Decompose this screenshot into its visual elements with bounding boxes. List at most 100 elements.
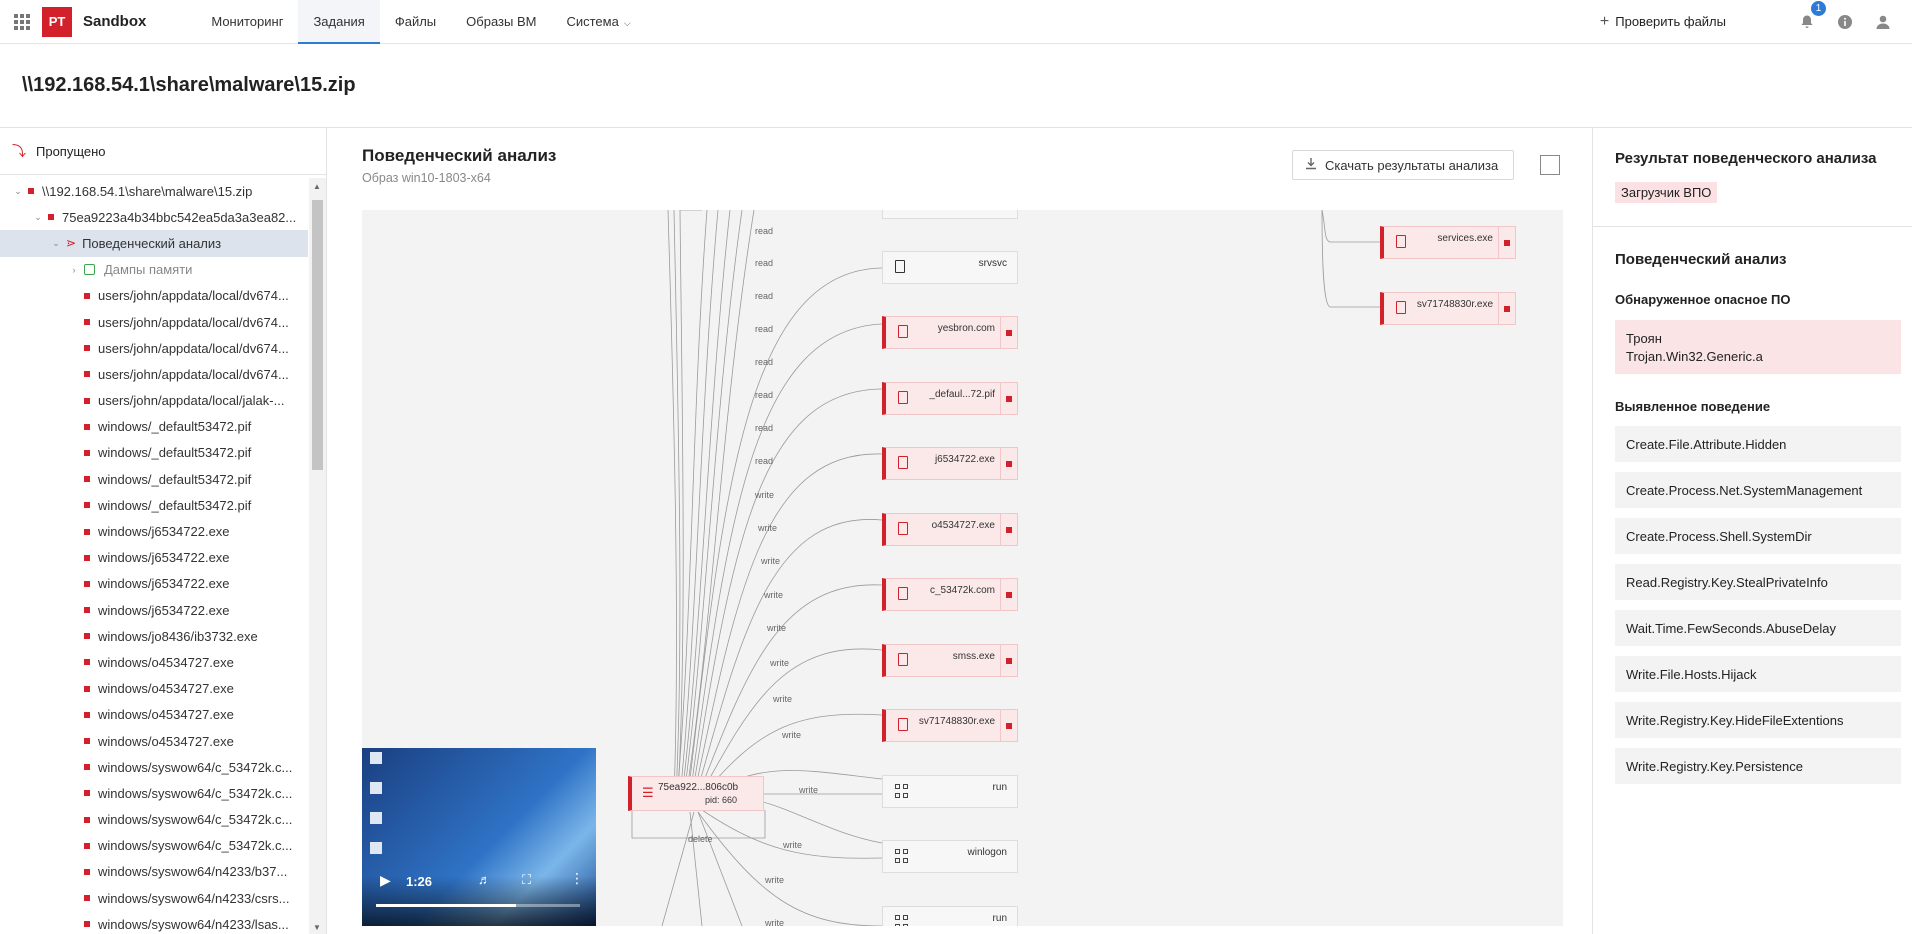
apps-grid-icon[interactable] bbox=[12, 12, 32, 32]
tab-files[interactable]: Файлы bbox=[380, 0, 451, 44]
tree-item-file[interactable]: windows/jo8436/ib3732.exe bbox=[0, 623, 308, 649]
behavior-item[interactable]: Create.File.Attribute.Hidden bbox=[1615, 426, 1901, 462]
video-progress-bar[interactable] bbox=[376, 904, 580, 907]
graph-node-file[interactable]: services.exe bbox=[1380, 226, 1516, 259]
graph-node-registry[interactable]: run bbox=[882, 775, 1018, 808]
graph-node-file[interactable]: yesbron.com bbox=[882, 316, 1018, 349]
graph-node-file[interactable]: j6534722.exe bbox=[882, 447, 1018, 480]
desktop-icon bbox=[370, 812, 382, 824]
tree-item-file[interactable]: users/john/appdata/local/jalak-... bbox=[0, 388, 308, 414]
edge-label: delete bbox=[688, 834, 713, 844]
pt-logo[interactable]: PT bbox=[42, 6, 72, 37]
fullscreen-icon[interactable] bbox=[1540, 155, 1560, 175]
edge-label: read bbox=[755, 324, 774, 334]
tree-item-file[interactable]: windows/_default53472.pif bbox=[0, 414, 308, 440]
graph-node-file[interactable]: sv71748830r.exe bbox=[882, 709, 1018, 742]
file-icon bbox=[895, 260, 905, 273]
behavior-item[interactable]: Create.Process.Shell.SystemDir bbox=[1615, 518, 1901, 554]
tree-item-file[interactable]: windows/j6534722.exe bbox=[0, 518, 308, 544]
info-icon[interactable] bbox=[1836, 13, 1854, 31]
tree-item-file[interactable]: windows/j6534722.exe bbox=[0, 597, 308, 623]
tree-scrollbar[interactable]: ▲ ▼ bbox=[309, 178, 326, 934]
fullscreen-icon[interactable]: ⛶ bbox=[522, 872, 531, 888]
tree-item-file[interactable]: windows/o4534727.exe bbox=[0, 702, 308, 728]
tree-item-file[interactable]: windows/_default53472.pif bbox=[0, 466, 308, 492]
behavior-item[interactable]: Read.Registry.Key.StealPrivateInfo bbox=[1615, 564, 1901, 600]
graph-node-registry[interactable]: winlogon bbox=[882, 840, 1018, 873]
chevron-down-icon[interactable]: ⌄ bbox=[50, 238, 62, 249]
tree-item-label: \\192.168.54.1\share\malware\15.zip bbox=[42, 183, 253, 199]
graph-node-file[interactable]: o4534727.exe bbox=[882, 513, 1018, 546]
download-results-button[interactable]: Скачать результаты анализа bbox=[1292, 150, 1514, 180]
tree-item-file[interactable]: users/john/appdata/local/dv674... bbox=[0, 283, 308, 309]
tree-item-file[interactable]: windows/syswow64/n4233/b37... bbox=[0, 859, 308, 885]
behavior-item[interactable]: Write.Registry.Key.HideFileExtentions bbox=[1615, 702, 1901, 738]
tree-item-file[interactable]: windows/syswow64/c_53472k.c... bbox=[0, 780, 308, 806]
main-nav: Мониторинг Задания Файлы Образы ВМ Систе… bbox=[196, 0, 645, 44]
video-time: 1:26 bbox=[406, 874, 433, 889]
tree-item-file[interactable]: windows/_default53472.pif bbox=[0, 440, 308, 466]
tree-item-file[interactable]: windows/syswow64/n4233/csrs... bbox=[0, 885, 308, 911]
tree-item-label: windows/j6534722.exe bbox=[98, 576, 230, 592]
tab-system[interactable]: Система ⌵ bbox=[551, 0, 645, 44]
graph-node-file[interactable]: sv71748830r.exe bbox=[1380, 292, 1516, 325]
bell-icon[interactable]: 1 bbox=[1798, 1, 1826, 31]
user-icon[interactable] bbox=[1874, 13, 1892, 31]
scroll-up-icon[interactable]: ▲ bbox=[313, 182, 321, 191]
tree-item-file[interactable]: windows/syswow64/c_53472k.c... bbox=[0, 807, 308, 833]
tree-item-file[interactable]: windows/j6534722.exe bbox=[0, 545, 308, 571]
edge-label: write bbox=[765, 918, 785, 926]
tree-item-file[interactable]: users/john/appdata/local/dv674... bbox=[0, 309, 308, 335]
chevron-down-icon[interactable]: ⌄ bbox=[32, 212, 44, 223]
scroll-down-icon[interactable]: ▼ bbox=[313, 923, 321, 932]
connector-icon bbox=[1006, 658, 1012, 664]
tree-item-label: windows/jo8436/ib3732.exe bbox=[98, 628, 258, 644]
tree-item-sample[interactable]: ⌄ 75ea9223a4b34bbc542ea5da3a3ea82... bbox=[0, 204, 308, 230]
graph-node-srvsvc[interactable]: srvsvc bbox=[882, 251, 1018, 284]
behavior-graph[interactable]: read read read read read read read read … bbox=[362, 210, 1563, 926]
red-marker-icon bbox=[84, 292, 90, 299]
tree-item-file[interactable]: windows/o4534727.exe bbox=[0, 649, 308, 675]
play-icon[interactable]: ▶ bbox=[380, 872, 391, 889]
tree-item-file[interactable]: windows/o4534727.exe bbox=[0, 676, 308, 702]
tab-vm-images[interactable]: Образы ВМ bbox=[451, 0, 551, 44]
tree-item-label: windows/j6534722.exe bbox=[98, 524, 230, 540]
graph-node-file[interactable]: c_53472k.com bbox=[882, 578, 1018, 611]
screen-recording-player[interactable]: ▶ 1:26 ♬ ⛶ ⋮ bbox=[362, 748, 596, 926]
chevron-down-icon[interactable]: ⌄ bbox=[12, 186, 24, 197]
tree-item-file[interactable]: windows/syswow64/c_53472k.c... bbox=[0, 833, 308, 859]
tree-item-file[interactable]: windows/_default53472.pif bbox=[0, 492, 308, 518]
behavior-item[interactable]: Wait.Time.FewSeconds.AbuseDelay bbox=[1615, 610, 1901, 646]
tab-tasks[interactable]: Задания bbox=[298, 0, 380, 44]
tree-item-label: windows/syswow64/c_53472k.c... bbox=[98, 785, 293, 801]
tree-item-file[interactable]: windows/syswow64/c_53472k.c... bbox=[0, 754, 308, 780]
chevron-right-icon[interactable]: › bbox=[68, 265, 80, 275]
edge-label: write bbox=[773, 694, 793, 704]
tree-item-file[interactable]: windows/j6534722.exe bbox=[0, 571, 308, 597]
graph-process-node[interactable]: ☰ 75ea922...806c0b pid: 660 bbox=[628, 776, 764, 811]
behavior-item[interactable]: Write.File.Hosts.Hijack bbox=[1615, 656, 1901, 692]
graph-node-file[interactable]: smss.exe bbox=[882, 644, 1018, 677]
tree-item-file[interactable]: users/john/appdata/local/dv674... bbox=[0, 361, 308, 387]
graph-node-label: run bbox=[992, 782, 1007, 793]
tree-item-memory-dumps[interactable]: › Дампы памяти bbox=[0, 257, 308, 283]
tree-item-file[interactable]: windows/syswow64/n4233/lsas... bbox=[0, 911, 308, 934]
behavior-item[interactable]: Create.Process.Net.SystemManagement bbox=[1615, 472, 1901, 508]
more-options-icon[interactable]: ⋮ bbox=[570, 870, 584, 887]
tree-item-archive[interactable]: ⌄ \\192.168.54.1\share\malware\15.zip bbox=[0, 178, 308, 204]
graph-node-registry[interactable]: run bbox=[882, 906, 1018, 926]
tree-item-file[interactable]: windows/o4534727.exe bbox=[0, 728, 308, 754]
brand-name: Sandbox bbox=[83, 13, 147, 30]
skipped-filter[interactable]: ⤵ Пропущено bbox=[0, 128, 326, 175]
graph-node-file[interactable]: _defaul...72.pif bbox=[882, 382, 1018, 415]
check-files-button[interactable]: + Проверить файлы bbox=[1600, 13, 1726, 31]
volume-icon[interactable]: ♬ bbox=[478, 872, 491, 887]
behavior-item[interactable]: Write.Registry.Key.Persistence bbox=[1615, 748, 1901, 784]
tree-item-file[interactable]: users/john/appdata/local/dv674... bbox=[0, 335, 308, 361]
tree-item-behavior-analysis[interactable]: ⌄ ⋗ Поведенческий анализ bbox=[0, 230, 308, 257]
graph-node-top[interactable] bbox=[882, 210, 1018, 219]
scrollbar-thumb[interactable] bbox=[312, 200, 323, 470]
red-marker-icon bbox=[84, 528, 90, 535]
tab-monitoring[interactable]: Мониторинг bbox=[196, 0, 298, 44]
section-title: Поведенческий анализ bbox=[362, 146, 557, 165]
